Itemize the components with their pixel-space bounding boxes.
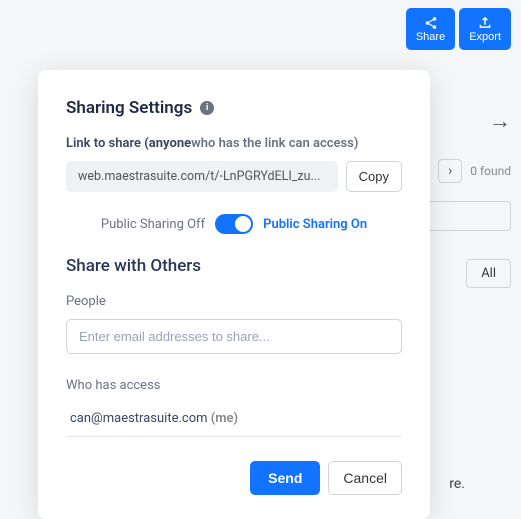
top-bar: Share Export <box>406 8 511 50</box>
modal-title: Sharing Settings <box>66 98 192 118</box>
share-icon <box>423 16 439 30</box>
link-label: Link to share (anyonewho has the link ca… <box>66 136 402 151</box>
public-sharing-toggle-row: Public Sharing Off Public Sharing On <box>66 214 402 234</box>
access-row: can@maestrasuite.com (me) <box>66 403 402 437</box>
public-sharing-toggle[interactable] <box>215 214 253 234</box>
share-button[interactable]: Share <box>406 8 455 50</box>
share-others-title: Share with Others <box>66 256 402 276</box>
bg-text-fragment: re. <box>449 476 465 492</box>
copy-button[interactable]: Copy <box>346 161 402 192</box>
toggle-on-label: Public Sharing On <box>263 217 367 232</box>
people-label: People <box>66 294 402 309</box>
arrow-right-icon[interactable]: → <box>489 108 511 134</box>
toggle-off-label: Public Sharing Off <box>101 217 205 232</box>
results-count: 0 found <box>470 164 511 178</box>
chevron-right-icon[interactable]: › <box>438 159 462 183</box>
link-label-rest: who has the link can access) <box>191 136 358 151</box>
people-email-input[interactable] <box>66 319 402 354</box>
link-label-bold: (anyone <box>144 136 191 151</box>
modal-footer: Send Cancel <box>66 461 402 495</box>
modal-title-row: Sharing Settings i <box>66 98 402 118</box>
share-button-label: Share <box>416 31 445 43</box>
access-me-tag: (me) <box>211 411 238 426</box>
export-button[interactable]: Export <box>459 8 511 50</box>
share-url-box[interactable]: web.maestrasuite.com/t/-LnPGRYdELI_zu... <box>66 161 338 192</box>
send-button[interactable]: Send <box>250 461 320 495</box>
export-button-label: Export <box>469 31 501 43</box>
link-label-prefix: Link to share <box>66 136 144 151</box>
info-icon[interactable]: i <box>200 101 214 115</box>
access-email: can@maestrasuite.com <box>70 411 208 426</box>
link-row: web.maestrasuite.com/t/-LnPGRYdELI_zu...… <box>66 161 402 192</box>
export-icon <box>477 16 493 30</box>
all-button[interactable]: All <box>466 259 511 288</box>
access-label: Who has access <box>66 378 402 393</box>
cancel-button[interactable]: Cancel <box>328 461 402 495</box>
sharing-modal: Sharing Settings i Link to share (anyone… <box>38 70 430 519</box>
